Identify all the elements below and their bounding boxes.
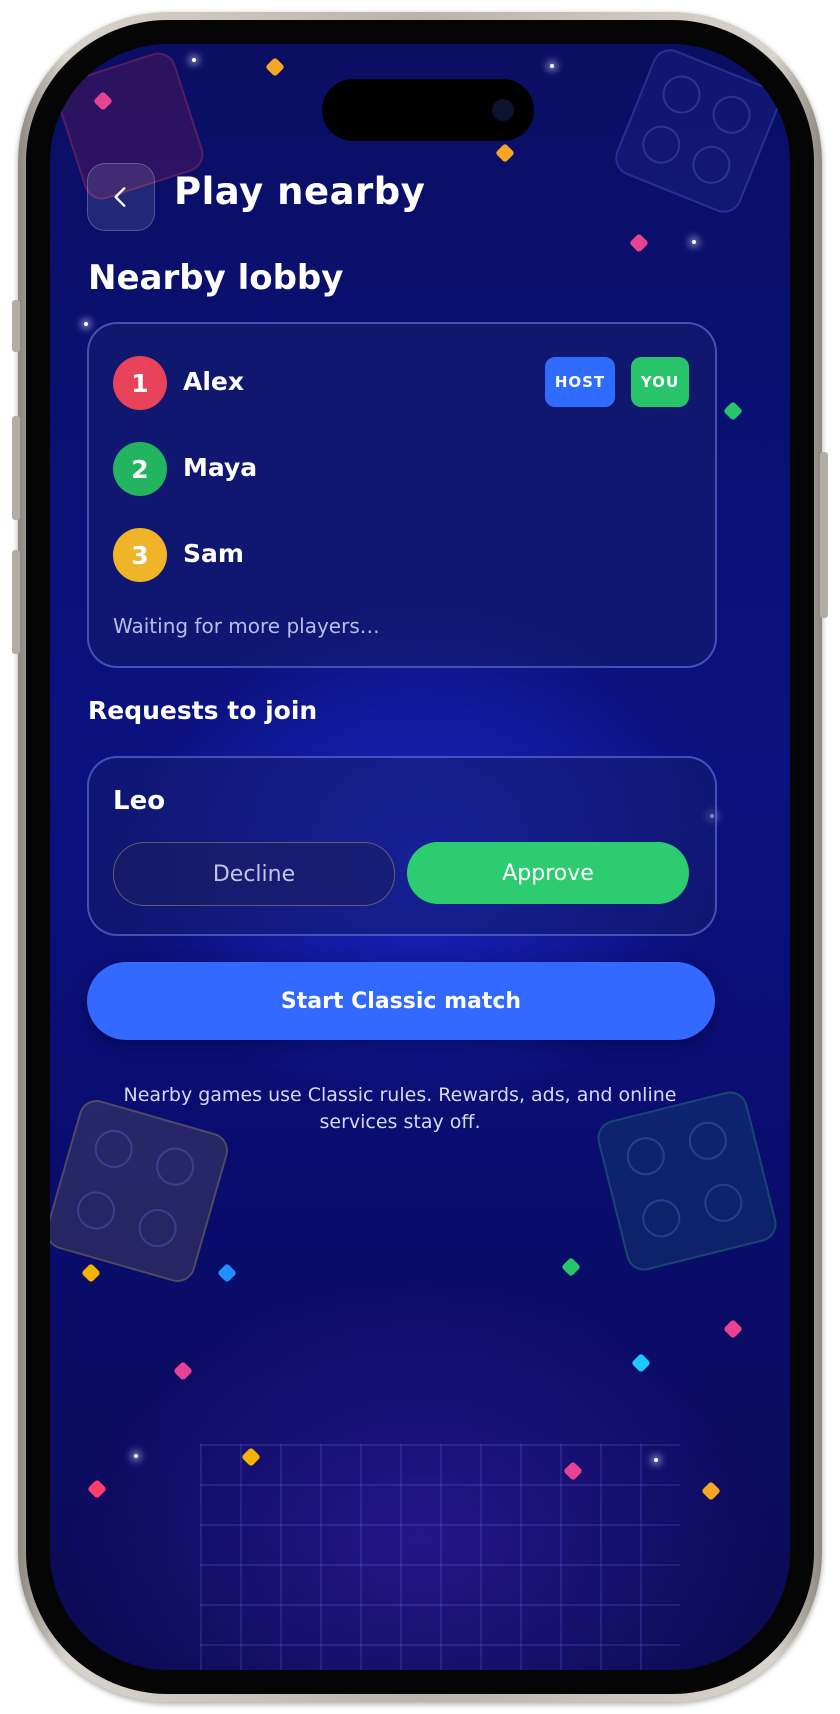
- lobby-status-text: Waiting for more players…: [113, 614, 380, 638]
- sparkle-icon: [654, 1458, 658, 1462]
- sparkle-icon: [192, 58, 196, 62]
- lobby-heading: Nearby lobby: [88, 258, 344, 298]
- requester-name: Leo: [113, 786, 166, 816]
- approve-button[interactable]: Approve: [407, 842, 689, 904]
- join-request-card: Leo Decline Approve: [87, 756, 717, 936]
- volume-up-button: [12, 416, 20, 520]
- player-number-badge: 2: [113, 442, 167, 496]
- chevron-left-icon: [114, 187, 126, 207]
- lobby-card: 1 Alex HOST YOU 2 Maya 3 Sam Waiting for…: [87, 322, 717, 668]
- player-name: Sam: [183, 539, 244, 568]
- bezel: Play nearby Nearby lobby 1 Alex HOST YOU…: [26, 20, 814, 1694]
- gem-icon: [629, 233, 649, 253]
- player-number-badge: 1: [113, 356, 167, 410]
- background-board-grid: [200, 1444, 680, 1670]
- gem-icon: [495, 143, 515, 163]
- sparkle-icon: [692, 240, 696, 244]
- player-row: 2 Maya: [113, 442, 693, 496]
- decline-button[interactable]: Decline: [113, 842, 395, 906]
- gem-icon: [87, 1479, 107, 1499]
- action-button: [12, 300, 20, 352]
- footer-note: Nearby games use Classic rules. Rewards,…: [123, 1084, 677, 1133]
- dynamic-island: [322, 79, 534, 141]
- player-name: Maya: [183, 453, 258, 482]
- phone-frame: Play nearby Nearby lobby 1 Alex HOST YOU…: [12, 12, 828, 1702]
- player-name: Alex: [183, 367, 244, 396]
- host-badge: HOST: [545, 357, 615, 407]
- camera-icon: [492, 99, 514, 121]
- sparkle-icon: [84, 322, 88, 326]
- gem-icon: [173, 1361, 193, 1381]
- gem-icon: [561, 1257, 581, 1277]
- player-row: 1 Alex HOST YOU: [113, 356, 693, 410]
- gem-icon: [81, 1263, 101, 1283]
- sparkle-icon: [134, 1454, 138, 1458]
- gem-icon: [723, 1319, 743, 1339]
- page-title: Play nearby: [174, 170, 426, 213]
- requests-heading: Requests to join: [88, 696, 318, 725]
- sparkle-icon: [550, 64, 554, 68]
- volume-down-button: [12, 550, 20, 654]
- you-badge: YOU: [631, 357, 689, 407]
- player-number-badge: 3: [113, 528, 167, 582]
- gem-icon: [631, 1353, 651, 1373]
- power-button: [820, 452, 828, 618]
- gem-icon: [265, 57, 285, 77]
- back-button[interactable]: [87, 163, 155, 231]
- gem-icon: [217, 1263, 237, 1283]
- gem-icon: [701, 1481, 721, 1501]
- screen: Play nearby Nearby lobby 1 Alex HOST YOU…: [50, 44, 790, 1670]
- background-die-icon: [609, 44, 785, 219]
- gem-icon: [723, 401, 743, 421]
- start-match-button[interactable]: Start Classic match: [87, 962, 715, 1040]
- player-row: 3 Sam: [113, 528, 693, 582]
